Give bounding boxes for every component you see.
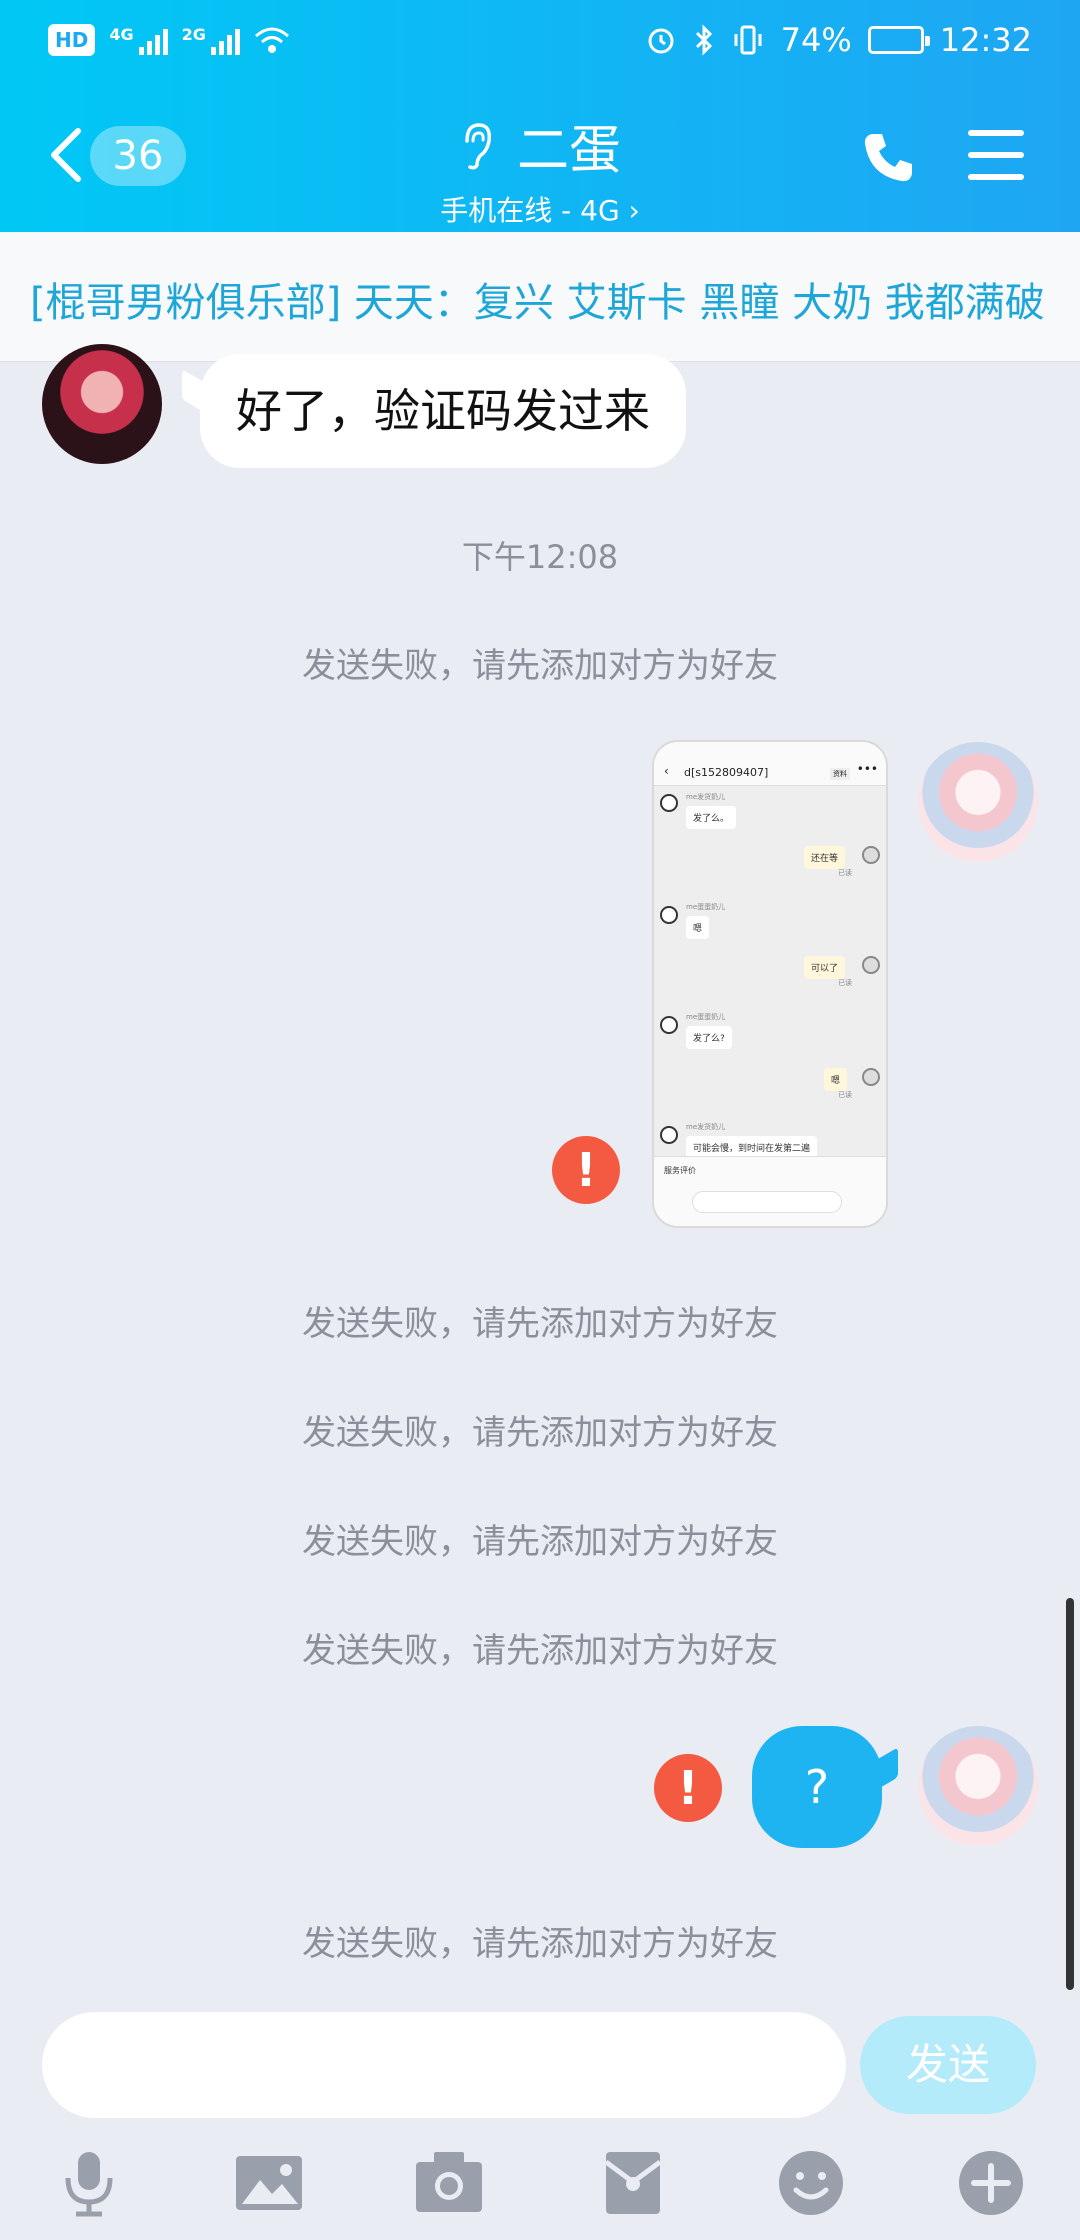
sim1-network-label: 4G xyxy=(109,25,134,44)
thumb-avatar xyxy=(660,1016,678,1034)
menu-icon[interactable] xyxy=(968,130,1024,180)
phone-call-icon[interactable] xyxy=(860,128,918,186)
contact-name[interactable]: 二蛋 xyxy=(517,108,621,183)
my-avatar[interactable] xyxy=(918,1726,1038,1846)
plus-icon[interactable] xyxy=(956,2148,1026,2218)
message-timestamp: 下午12:08 xyxy=(461,538,619,576)
thumb-message: 嗯 xyxy=(686,916,710,939)
sim2-network-label: 2G xyxy=(181,25,206,44)
emoji-icon[interactable] xyxy=(776,2148,846,2218)
thumb-sender: me蛋蛋奶儿 xyxy=(686,1013,726,1021)
send-failed-icon[interactable]: ! xyxy=(552,1136,620,1204)
send-failed-icon[interactable]: ! xyxy=(654,1754,722,1822)
group-announcement-ticker[interactable]: [棍哥男粉俱乐部] 天天：复兴 艾斯卡 黑瞳 大奶 我都满破 xyxy=(0,232,1080,362)
thumb-tag: 资料 xyxy=(830,768,850,780)
hd-badge: HD xyxy=(48,24,96,56)
camera-icon[interactable] xyxy=(414,2148,484,2218)
microphone-icon[interactable] xyxy=(54,2148,124,2218)
send-button[interactable]: 发送 xyxy=(860,2016,1036,2114)
thumb-footer-label: 服务评价 xyxy=(664,1166,696,1175)
thumb-title: d[s152809407] xyxy=(684,766,769,779)
signal-sim1-icon: 4G xyxy=(109,25,168,55)
system-notice: 发送失败，请先添加对方为好友 xyxy=(302,1924,778,1964)
status-bar: HD 4G 2G 74% 12:32 xyxy=(48,18,1032,62)
incoming-message-bubble[interactable]: 好了，验证码发过来 xyxy=(200,354,686,468)
title-bar: HD 4G 2G 74% 12:32 36 二蛋 手机在线 - 4G › xyxy=(0,0,1080,232)
wifi-icon xyxy=(254,27,289,53)
thumb-avatar xyxy=(862,846,880,864)
thumb-message: 发了么? xyxy=(686,1026,732,1049)
thumb-avatar xyxy=(660,794,678,812)
input-toolbar xyxy=(0,2140,1080,2240)
thumb-avatar xyxy=(660,1126,678,1144)
red-packet-icon[interactable] xyxy=(598,2148,668,2218)
thumb-read-note: 已读 xyxy=(838,1091,852,1099)
chevron-right-icon: › xyxy=(628,194,640,227)
battery-icon xyxy=(867,26,930,54)
system-notice: 发送失败，请先添加对方为好友 xyxy=(302,1631,778,1671)
thumb-read-note: 已读 xyxy=(838,869,852,877)
thumb-sender: me蛋蛋奶儿 xyxy=(686,903,726,911)
thumb-input xyxy=(692,1191,842,1213)
alarm-icon xyxy=(648,28,674,54)
scrollbar[interactable] xyxy=(1066,1598,1074,1990)
thumb-sender: me发货奶儿 xyxy=(686,1123,726,1131)
system-notice: 发送失败，请先添加对方为好友 xyxy=(302,646,778,686)
thumb-back-icon: ‹ xyxy=(664,764,669,778)
vibrate-icon xyxy=(734,25,762,55)
ear-mode-icon[interactable] xyxy=(459,121,495,171)
system-notice: 发送失败，请先添加对方为好友 xyxy=(302,1304,778,1344)
bluetooth-icon xyxy=(695,24,712,56)
thumb-input-bar: 服务评价 xyxy=(654,1156,886,1226)
thumb-avatar xyxy=(862,1068,880,1086)
message-input[interactable] xyxy=(42,2012,846,2118)
thumb-message: 还在等 xyxy=(804,846,846,869)
thumb-avatar xyxy=(862,956,880,974)
contact-avatar[interactable] xyxy=(42,344,162,464)
battery-percent: 74% xyxy=(780,21,852,59)
thumb-message: 可以了 xyxy=(804,956,846,979)
thumb-message: 嗯 xyxy=(824,1068,848,1091)
image-message-thumbnail[interactable]: ‹ d[s152809407] 资料 ••• me发货奶儿 发了么。 还在等 已… xyxy=(652,740,888,1228)
thumb-avatar xyxy=(660,906,678,924)
outgoing-message-bubble[interactable]: ? xyxy=(752,1726,882,1848)
system-notice: 发送失败，请先添加对方为好友 xyxy=(302,1413,778,1453)
ticker-text: [棍哥男粉俱乐部] 天天：复兴 艾斯卡 黑瞳 大奶 我都满破 xyxy=(30,280,1045,326)
online-status[interactable]: 手机在线 - 4G xyxy=(440,194,619,227)
thumb-message: 发了么。 xyxy=(686,806,737,829)
system-notice: 发送失败，请先添加对方为好友 xyxy=(302,1522,778,1562)
thumb-sender: me发货奶儿 xyxy=(686,793,726,801)
thumb-more-icon: ••• xyxy=(856,762,878,776)
my-avatar[interactable] xyxy=(918,742,1038,862)
thumb-read-note: 已读 xyxy=(838,979,852,987)
clock: 12:32 xyxy=(939,21,1032,59)
signal-sim2-icon: 2G xyxy=(182,25,240,55)
image-icon[interactable] xyxy=(234,2148,304,2218)
